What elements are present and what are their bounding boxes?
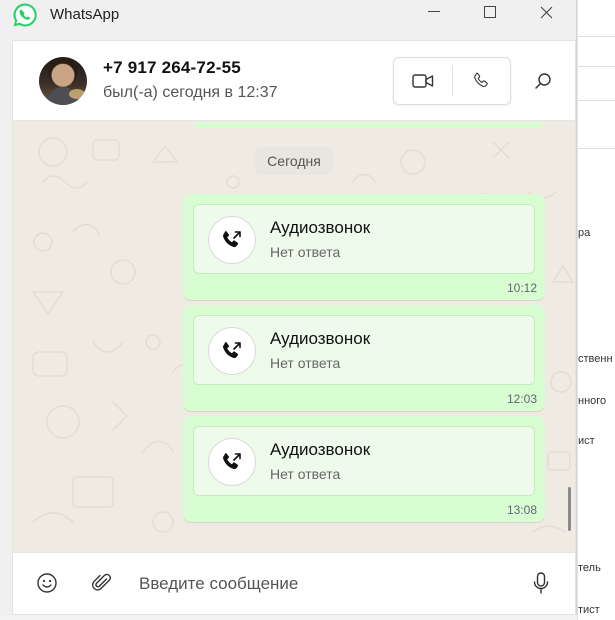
background-text: тист — [578, 604, 600, 616]
outgoing-call-icon — [223, 231, 241, 248]
minimize-button[interactable] — [411, 0, 457, 24]
attach-icon — [91, 573, 111, 591]
attach-button[interactable] — [90, 571, 114, 595]
call-status: Нет ответа — [270, 466, 341, 482]
call-card[interactable]: Аудиозвонок Нет ответа — [193, 426, 535, 496]
call-status: Нет ответа — [270, 244, 341, 260]
close-icon — [540, 6, 552, 18]
outgoing-call-icon — [223, 342, 241, 359]
contact-status: был(-а) сегодня в 12:37 — [103, 84, 278, 101]
title-bar[interactable]: WhatsApp — [0, 0, 577, 36]
voice-message-button[interactable] — [529, 571, 553, 595]
chat-header[interactable]: +7 917 264-72-55 был(-а) сегодня в 12:37 — [13, 41, 575, 121]
previous-message-bubble — [193, 122, 545, 128]
call-title: Аудиозвонок — [270, 329, 371, 348]
app-title: WhatsApp — [50, 6, 120, 23]
call-card[interactable]: Аудиозвонок Нет ответа — [193, 315, 535, 385]
message-input[interactable] — [139, 567, 519, 601]
call-icon-circle — [208, 216, 256, 264]
scrollbar-thumb[interactable] — [568, 487, 571, 531]
emoji-button[interactable] — [35, 571, 59, 595]
voice-call-icon — [474, 72, 489, 88]
whatsapp-logo-icon — [12, 2, 38, 28]
background-text: ственн — [578, 353, 613, 365]
search-icon — [535, 73, 551, 89]
voice-call-button[interactable] — [452, 58, 510, 104]
emoji-icon — [37, 573, 57, 593]
call-card[interactable]: Аудиозвонок Нет ответа — [193, 204, 535, 274]
date-separator: Сегодня — [255, 147, 333, 175]
message-time: 13:08 — [506, 503, 537, 517]
call-message-bubble[interactable]: Аудиозвонок Нет ответа 12:03 — [183, 305, 545, 411]
outgoing-call-icon — [223, 453, 241, 470]
call-button-group — [393, 57, 511, 105]
maximize-button[interactable] — [467, 0, 513, 24]
call-icon-circle — [208, 438, 256, 486]
call-message-bubble[interactable]: Аудиозвонок Нет ответа 13:08 — [183, 416, 545, 522]
microphone-icon — [533, 572, 549, 594]
video-call-button[interactable] — [394, 58, 452, 104]
message-list[interactable]: Сегодня Аудиозвонок Нет ответа 10:12 Ауд… — [13, 122, 575, 552]
call-message-bubble[interactable]: Аудиозвонок Нет ответа 10:12 — [183, 194, 545, 300]
background-text: нного — [578, 395, 607, 407]
background-window: ра ственн нного ист тель тист — [577, 0, 615, 620]
call-title: Аудиозвонок — [270, 218, 371, 237]
background-text: ист — [578, 435, 595, 447]
message-composer — [13, 552, 575, 614]
message-time: 10:12 — [506, 281, 537, 295]
contact-name[interactable]: +7 917 264-72-55 — [103, 58, 241, 78]
message-time: 12:03 — [506, 392, 537, 406]
call-title: Аудиозвонок — [270, 440, 371, 459]
chat-panel: +7 917 264-72-55 был(-а) сегодня в 12:37 — [12, 40, 576, 615]
call-status: Нет ответа — [270, 355, 341, 371]
background-text: тель — [578, 562, 601, 574]
video-call-icon — [412, 74, 433, 88]
call-icon-circle — [208, 327, 256, 375]
avatar[interactable] — [39, 57, 87, 105]
background-text: ра — [578, 227, 591, 239]
search-button[interactable] — [529, 67, 557, 95]
whatsapp-window: WhatsApp +7 917 264-72-55 был(-а) сегодн… — [0, 0, 577, 615]
maximize-icon — [484, 6, 496, 18]
minimize-icon — [428, 11, 440, 12]
close-button[interactable] — [523, 0, 569, 24]
